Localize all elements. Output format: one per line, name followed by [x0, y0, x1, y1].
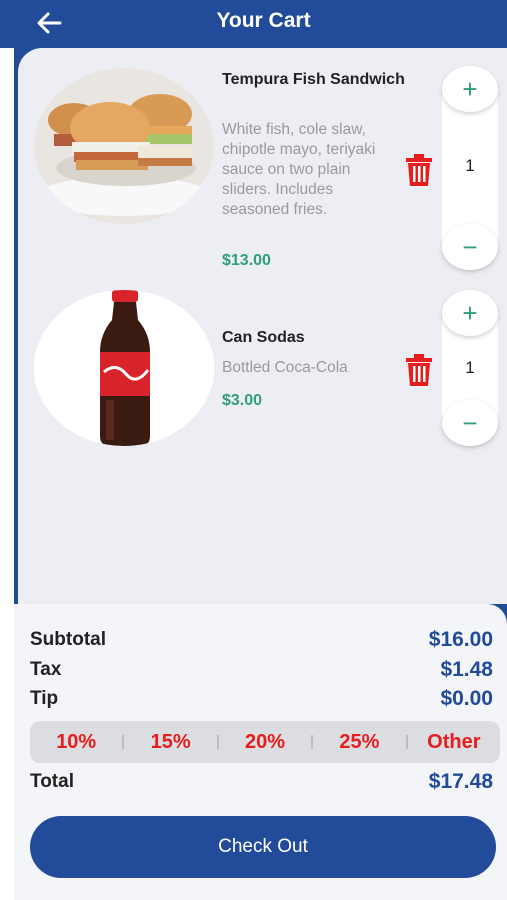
minus-icon: −: [462, 231, 478, 262]
quantity-value: 1: [465, 156, 475, 175]
delete-button[interactable]: [404, 354, 434, 386]
quantity-stepper: + 1 −: [442, 66, 498, 270]
cart-list: Tempura Fish Sandwich White fish, cole s…: [18, 48, 507, 604]
item-image: [34, 68, 214, 224]
tax-label: Tax: [30, 659, 62, 680]
tip-row: Tip $0.00: [30, 687, 493, 711]
item-price: $13.00: [222, 252, 271, 269]
item-name: Can Sodas: [222, 329, 305, 346]
subtotal-row: Subtotal $16.00: [30, 628, 493, 652]
tax-row: Tax $1.48: [30, 658, 493, 682]
tip-option-10[interactable]: 10%: [30, 731, 122, 754]
item-description: Bottled Coca-Cola: [222, 359, 348, 376]
subtotal-value: $16.00: [428, 628, 493, 651]
item-price: $3.00: [222, 392, 263, 409]
total-label: Total: [30, 771, 74, 792]
plus-icon: +: [462, 73, 478, 104]
tip-selector: 10% 15% 20% 25% Other: [30, 721, 500, 763]
total-value: $17.48: [428, 770, 493, 793]
increment-button[interactable]: +: [442, 66, 498, 112]
delete-button[interactable]: [404, 154, 434, 186]
tip-option-other[interactable]: Other: [408, 731, 500, 754]
plus-icon: +: [462, 297, 478, 328]
total-row: Total $17.48: [30, 770, 493, 794]
tip-option-25[interactable]: 25%: [313, 731, 405, 754]
page-title: Your Cart: [216, 9, 311, 32]
quantity-value: 1: [465, 358, 475, 377]
item-image: [34, 290, 214, 446]
cart-item: Tempura Fish Sandwich White fish, cole s…: [18, 62, 507, 272]
subtotal-label: Subtotal: [30, 629, 106, 650]
item-name: Tempura Fish Sandwich: [222, 71, 405, 88]
checkout-button[interactable]: Check Out: [30, 816, 496, 878]
item-description: White fish, cole slaw, chipotle mayo, te…: [222, 121, 376, 218]
trash-icon: [406, 354, 432, 386]
tip-option-15[interactable]: 15%: [124, 731, 216, 754]
tip-label: Tip: [30, 688, 59, 709]
order-summary: Subtotal $16.00 Tax $1.48 Tip $0.00 10% …: [14, 604, 507, 900]
minus-icon: −: [462, 407, 478, 438]
quantity-stepper: + 1 −: [442, 290, 498, 446]
trash-icon: [406, 154, 432, 186]
sandwich-image: [34, 68, 214, 224]
increment-button[interactable]: +: [442, 290, 498, 336]
decrement-button[interactable]: −: [442, 400, 498, 446]
tip-option-20[interactable]: 20%: [219, 731, 311, 754]
tip-value: $0.00: [440, 687, 493, 710]
decrement-button[interactable]: −: [442, 224, 498, 270]
app-header: Your Cart: [0, 0, 507, 48]
left-edge: [0, 0, 14, 900]
soda-bottle-image: [34, 290, 214, 446]
cart-item: Can Sodas Bottled Coca-Cola $3.00 + 1 −: [18, 286, 507, 456]
tax-value: $1.48: [440, 658, 493, 681]
